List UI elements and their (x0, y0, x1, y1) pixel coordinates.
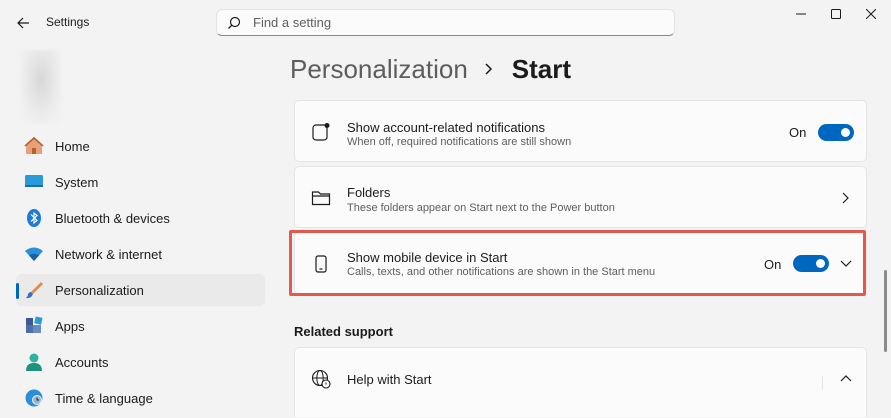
user-avatar[interactable] (20, 50, 62, 124)
sidebar-item-label: Home (55, 138, 90, 154)
mobile-device-card[interactable]: Show mobile device in Start Calls, texts… (294, 232, 867, 294)
personalization-icon (24, 280, 44, 300)
active-indicator (16, 283, 19, 299)
folders-card[interactable]: Folders These folders appear on Start ne… (294, 166, 867, 228)
maximize-icon (831, 9, 841, 19)
setting-subtitle: When off, required notifications are sti… (347, 136, 572, 148)
folder-icon (311, 188, 331, 208)
sidebar-item-home[interactable]: Home (16, 130, 265, 162)
sidebar-item-network[interactable]: Network & internet (16, 238, 265, 270)
search-icon (227, 15, 243, 31)
sidebar-item-label: Personalization (55, 282, 144, 298)
accounts-icon (24, 352, 44, 372)
title-bar: Settings (0, 0, 891, 44)
sidebar-item-label: Bluetooth & devices (55, 210, 170, 226)
network-icon (24, 244, 44, 264)
page-title: Start (511, 53, 572, 84)
close-icon (866, 9, 876, 19)
search-input[interactable] (253, 15, 653, 30)
sidebar-item-system[interactable]: System (16, 166, 265, 198)
chevron-up-icon[interactable] (838, 371, 854, 387)
divider (822, 376, 823, 390)
sidebar-item-label: Time & language (55, 390, 153, 406)
app-title: Settings (46, 15, 90, 29)
toggle-knob (816, 259, 825, 268)
breadcrumb-parent[interactable]: Personalization (290, 54, 468, 85)
sidebar-item-accounts[interactable]: Accounts (16, 346, 265, 378)
breadcrumb: Personalization Start (290, 52, 571, 86)
help-with-start-card[interactable]: Help with Start (294, 347, 867, 417)
apps-icon (24, 316, 44, 336)
chevron-right-icon (837, 190, 853, 206)
back-button[interactable] (12, 12, 34, 34)
toggle-state-label: On (764, 257, 782, 272)
setting-title: Show mobile device in Start (347, 250, 508, 265)
setting-title: Show account-related notifications (347, 120, 546, 135)
notification-icon (311, 122, 331, 142)
chevron-down-icon[interactable] (838, 255, 854, 271)
globe-help-icon (311, 369, 331, 389)
back-arrow-icon (17, 17, 29, 29)
chevron-right-icon (484, 62, 494, 76)
account-notifications-card: Show account-related notifications When … (294, 100, 867, 162)
search-box[interactable] (216, 9, 675, 36)
sidebar-item-label: Apps (55, 318, 85, 334)
sidebar-item-label: System (55, 174, 99, 190)
mobile-device-toggle[interactable] (793, 255, 829, 272)
sidebar-item-personalization[interactable]: Personalization (16, 274, 265, 306)
setting-title: Folders (347, 185, 391, 200)
sidebar-item-apps[interactable]: Apps (16, 310, 265, 342)
maximize-button[interactable] (817, 0, 855, 28)
scrollbar-thumb[interactable] (884, 270, 887, 352)
minimize-button[interactable] (782, 0, 820, 28)
sidebar-item-time-language[interactable]: Time & language (16, 382, 265, 414)
toggle-knob (841, 128, 850, 137)
related-support-heading: Related support (294, 324, 393, 339)
time-language-icon (24, 388, 44, 408)
home-icon (24, 136, 44, 156)
toggle-state-label: On (789, 125, 807, 140)
minimize-icon (796, 13, 806, 15)
account-notifications-toggle[interactable] (818, 124, 854, 141)
system-icon (24, 172, 44, 192)
bluetooth-icon (24, 208, 44, 228)
setting-subtitle: Calls, texts, and other notifications ar… (347, 266, 656, 278)
phone-icon (311, 254, 331, 274)
setting-subtitle: These folders appear on Start next to th… (347, 202, 615, 214)
close-button[interactable] (852, 0, 890, 28)
help-item-title: Help with Start (347, 372, 432, 387)
sidebar-item-bluetooth[interactable]: Bluetooth & devices (16, 202, 265, 234)
sidebar-item-label: Accounts (55, 354, 109, 370)
sidebar-item-label: Network & internet (55, 246, 162, 262)
